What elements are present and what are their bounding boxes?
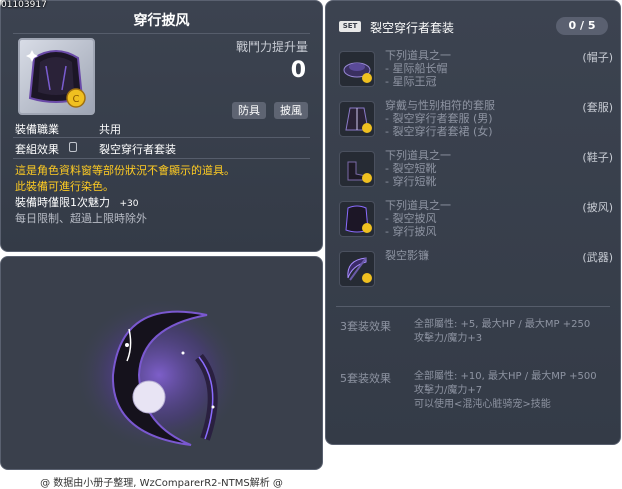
divider (13, 33, 310, 34)
set-item-hat: 下列道具之一 - 星际船长帽 - 星际王冠 (帽子) (339, 49, 613, 95)
set-badge: SET (339, 21, 361, 32)
set-item-line: - 穿行短靴 (385, 175, 437, 188)
set-item-line: - 裂空披风 (385, 212, 437, 225)
bonus-line: 全部屬性: +10, 最大HP / 最大MP +500 (414, 371, 597, 382)
bonus-3-text: 全部屬性: +5, 最大HP / 最大MP +250 攻擊力/魔力+3 (414, 318, 610, 346)
set-item-line: 下列道具之一 (385, 199, 451, 212)
desc-line-1: 這是角色資料窗等部份狀況不會顯示的道具。 (15, 164, 235, 177)
charm-value: +30 (119, 199, 139, 209)
set-item-line: 裂空影镰 (385, 249, 429, 262)
set-item-lines: 下列道具之一 - 星际船长帽 - 星际王冠 (385, 49, 451, 88)
set-item-lines: 穿戴与性别相符的套服 - 裂空穿行者套服 (男) - 裂空穿行者套裙 (女) (385, 99, 495, 138)
job-row: 裝備職業 共用 (15, 121, 121, 137)
divider (336, 306, 610, 307)
desc-line-2: 此裝備可進行染色。 (15, 180, 114, 193)
tag-armor: 防具 (232, 102, 266, 119)
job-label: 裝備職業 (15, 123, 59, 136)
item-icon: C (18, 38, 95, 115)
bonus-3-label: 3套装效果 (340, 320, 391, 333)
bonus-5-text: 全部屬性: +10, 最大HP / 最大MP +500 攻擊力/魔力+7 可以使… (414, 370, 610, 412)
job-value: 共用 (99, 123, 121, 136)
set-item-line: - 穿行披风 (385, 225, 437, 238)
set-item-line: - 裂空穿行者套裙 (女) (385, 125, 493, 138)
cape-preview-image (74, 297, 244, 453)
footer-credit: @ 数据由小册子整理, WzComparerR2-NTMS解析 @ (40, 478, 283, 489)
bonus-5-label: 5套装效果 (340, 372, 391, 385)
set-item-lines: 下列道具之一 - 裂空披风 - 穿行披风 (385, 199, 451, 238)
set-item-line: 穿戴与性别相符的套服 (385, 99, 495, 112)
set-item-lines: 裂空影镰 (385, 249, 429, 262)
set-effect-value: 裂空穿行者套装 (99, 143, 176, 156)
item-title: 穿行披风 (133, 13, 190, 29)
set-item-line: - 星际王冠 (385, 75, 437, 88)
set-item-category: (帽子) (582, 51, 613, 64)
set-item-category: (披风) (582, 201, 613, 214)
set-name: 裂空穿行者套装 (370, 21, 455, 35)
set-effects-panel: SET 裂空穿行者套装 0 / 5 下列道具之一 - 星际船长帽 - 星际王冠 … (325, 0, 621, 445)
bonus-line: 全部屬性: +5, 最大HP / 最大MP +250 (414, 319, 591, 330)
set-item-suit: 穿戴与性别相符的套服 - 裂空穿行者套服 (男) - 裂空穿行者套裙 (女) (… (339, 99, 613, 145)
bonus-line: 攻擊力/魔力+3 (414, 333, 483, 344)
item-id: 01103917 (1, 0, 47, 10)
set-item-line: 下列道具之一 (385, 49, 451, 62)
daily-limit-note: 每日限制、超過上限時除外 (15, 212, 147, 225)
cape-icon: C (26, 50, 86, 108)
set-effect-row: 套組效果 裂空穿行者套装 (15, 141, 176, 157)
set-item-lines: 下列道具之一 - 裂空短靴 - 穿行短靴 (385, 149, 451, 188)
divider (13, 137, 310, 138)
set-item-category: (武器) (582, 251, 613, 264)
item-tooltip-panel: 穿行披风 C 戰鬥力提升量 0 防具 披風 裝備職業 共用 套組效果 裂空穿行者… (0, 0, 323, 252)
shoes-icon (339, 151, 375, 187)
set-count: 0 / 5 (556, 17, 608, 35)
set-item-line: - 裂空穿行者套服 (男) (385, 112, 493, 125)
scythe-icon (339, 251, 375, 287)
set-item-line: 下列道具之一 (385, 149, 451, 162)
power-value: 0 (290, 58, 306, 83)
power-label: 戰鬥力提升量 (235, 40, 308, 54)
set-item-category: (套服) (582, 101, 613, 114)
cape-icon (339, 201, 375, 237)
info-icon (69, 142, 77, 152)
bonus-line: 可以使用<混沌心脏骑宠>技能 (414, 399, 551, 410)
set-effect-label: 套組效果 (15, 143, 59, 156)
bonus-line: 攻擊力/魔力+7 (414, 385, 483, 396)
divider (13, 158, 310, 159)
set-item-line: - 星际船长帽 (385, 62, 448, 75)
set-item-shoes: 下列道具之一 - 裂空短靴 - 穿行短靴 (鞋子) (339, 149, 613, 195)
set-item-weapon: 裂空影镰 (武器) (339, 249, 613, 291)
charm-label: 裝備時僅限1次魅力 (15, 196, 110, 209)
svg-text:C: C (73, 94, 80, 105)
set-item-cape: 下列道具之一 - 裂空披风 - 穿行披风 (披风) (339, 199, 613, 245)
set-item-line: - 裂空短靴 (385, 162, 437, 175)
charm-row: 裝備時僅限1次魅力 +30 (15, 194, 139, 210)
hat-icon (339, 51, 375, 87)
set-item-category: (鞋子) (582, 151, 613, 164)
item-preview-panel (0, 256, 323, 470)
suit-icon (339, 101, 375, 137)
tag-cape: 披風 (274, 102, 308, 119)
